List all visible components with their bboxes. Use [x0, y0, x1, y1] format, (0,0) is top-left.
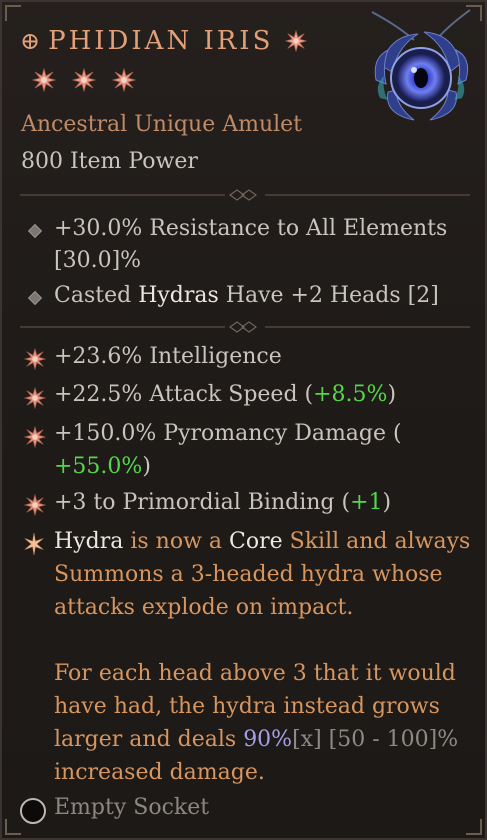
- ancestral-star-icon: [112, 68, 136, 92]
- affix-primordial-binding: +3 to Primordial Binding (+1): [54, 490, 392, 515]
- implicit-resistance-range: [30.0]%: [54, 248, 142, 273]
- item-title-prefix: ⊕: [20, 27, 41, 55]
- implicit-hydra-heads: Casted Hydras Have +2 Heads [2]: [54, 283, 439, 308]
- unique-power-line-5: have had, the hydra instead grows: [54, 694, 440, 719]
- affix-attack-speed: +22.5% Attack Speed (+8.5%): [54, 382, 397, 407]
- ancestral-star-icon: [32, 68, 56, 92]
- affix-pyromancy-damage: +150.0% Pyromancy Damage (: [54, 421, 402, 446]
- affix-star-icon: [24, 387, 46, 409]
- implicit-resistance: +30.0% Resistance to All Elements: [54, 216, 448, 241]
- item-title: PHIDIAN IRIS: [48, 26, 274, 56]
- item-tooltip: ⊕ PHIDIAN IRIS Ancestral Unique Amulet 8…: [0, 0, 487, 840]
- socket-label: Empty Socket: [54, 795, 210, 820]
- item-title-row: ⊕ PHIDIAN IRIS: [20, 26, 308, 56]
- affix-star-icon: [24, 348, 46, 370]
- frame-corner: [5, 819, 21, 835]
- item-power: 800 Item Power: [21, 149, 198, 174]
- unique-power-line-7: increased damage.: [54, 760, 265, 785]
- implicit-bullet-icon: [27, 290, 43, 306]
- section-divider: [20, 320, 470, 334]
- unique-power-line-1: Hydra is now a Core Skill and always: [54, 529, 471, 554]
- unique-power-line-4: For each head above 3 that it would: [54, 661, 456, 686]
- affix-intelligence: +23.6% Intelligence: [54, 344, 282, 369]
- ancestral-stars: [32, 68, 136, 92]
- affix-star-icon: [24, 494, 46, 516]
- frame-corner: [5, 5, 21, 21]
- ancestral-star-icon: [72, 68, 96, 92]
- frame-corner: [466, 819, 482, 835]
- affix-pyromancy-bonus: +55.0%): [54, 454, 151, 479]
- empty-socket-icon: [20, 798, 46, 824]
- affix-star-icon: [24, 426, 46, 448]
- unique-power-line-2: Summons a 3-headed hydra whose: [54, 562, 443, 587]
- unique-power-line-6: larger and deals 90%[x] [50 - 100]%: [54, 727, 459, 752]
- unique-power-line-3: attacks explode on impact.: [54, 595, 354, 620]
- item-type: Ancestral Unique Amulet: [21, 112, 303, 137]
- amulet-image: [358, 6, 484, 126]
- unique-star-icon: [285, 30, 308, 52]
- implicit-bullet-icon: [27, 223, 43, 239]
- unique-power-icon: [23, 533, 45, 555]
- section-divider: [20, 188, 470, 202]
